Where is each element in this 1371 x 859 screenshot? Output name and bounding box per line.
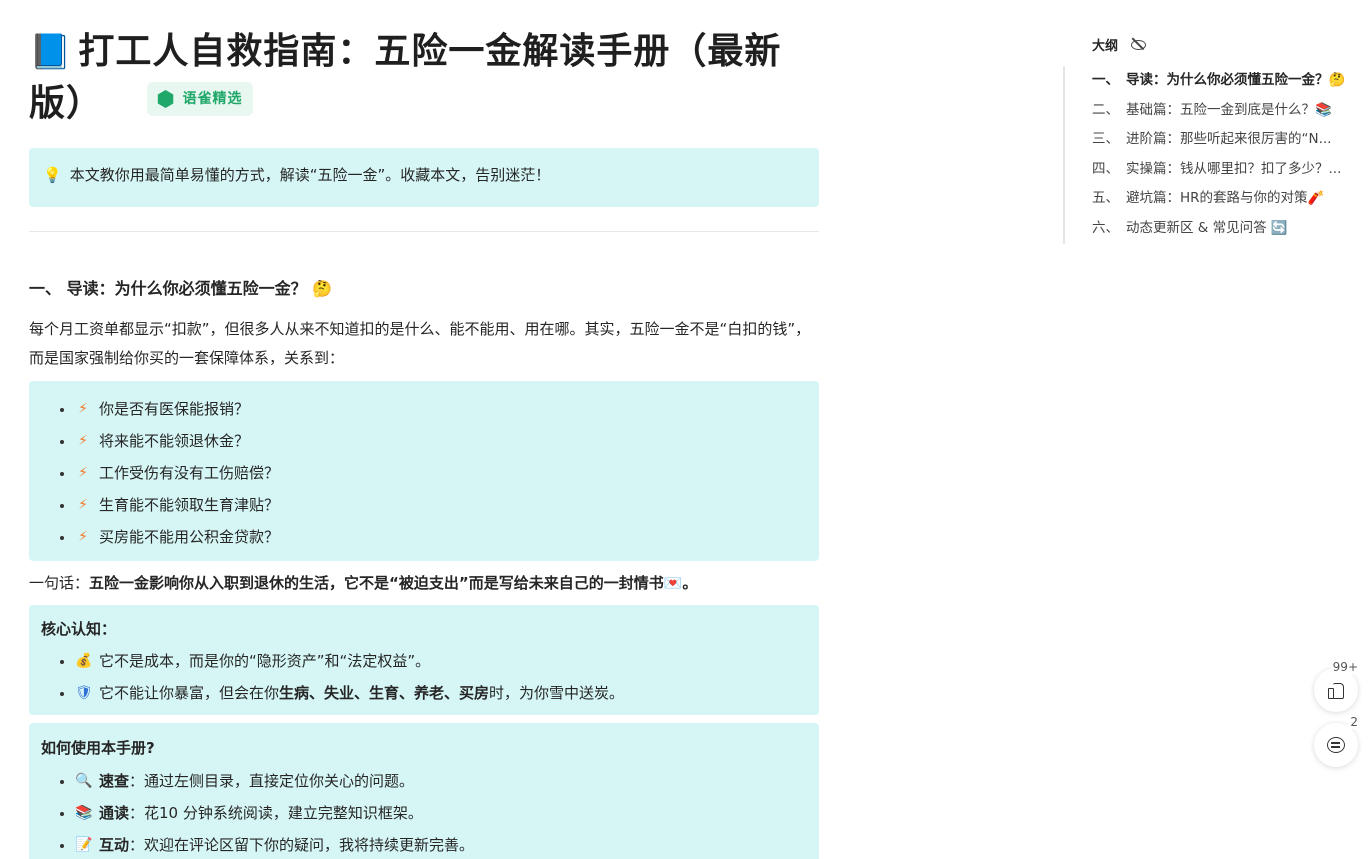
lightbulb-icon: 💡 [43,166,62,184]
outline-panel: 大纲 一、 导读：为什么你必须懂五险一金？🤔 二、 基础篇：五险一金到底是什么？📚 … [1063,32,1371,244]
list-item: 📝 互动 ：欢迎在评论区留下你的疑问，我将持续更新完善。 [29,829,819,859]
divider [29,231,819,232]
list-item-text: 它不能让你暴富，但会在你生病、失业、生育、养老、买房时，为你雪中送炭。 [99,681,624,705]
outline-title: 大纲 [1092,38,1119,54]
list-item-text: 将来能不能领退休金？ [99,432,250,450]
outline-text: 进阶篇：那些听起来很厉害的“N... [1126,131,1332,148]
list-item-text: ：欢迎在评论区留下你的疑问，我将持续更新完善。 [129,836,475,854]
shield-icon: 🛡 [75,685,93,701]
comment-icon [1327,737,1345,753]
outline-text: 基础篇：五险一金到底是什么？📚 [1126,101,1332,118]
outline-item[interactable]: 四、 实操篇：钱从哪里扣？扣了多少？... [1065,155,1363,185]
like-button[interactable]: 99+ [1314,660,1360,712]
list-item: 📚 通读 ：花10 分钟系统阅读，建立完整知识框架。 [29,797,819,829]
usage-callout: 如何使用本手册? 🔍 速查 ：通过左侧目录，直接定位你关心的问题。 📚 通读 ：花1… [29,723,819,859]
outline-item[interactable]: 一、 导读：为什么你必须懂五险一金？🤔 [1065,66,1363,96]
outline-num: 二、 [1092,101,1119,118]
callout-heading: 核心认知： [41,620,117,638]
outline-list: 一、 导读：为什么你必须懂五险一金？🤔 二、 基础篇：五险一金到底是什么？📚 三、进… [1063,66,1371,244]
lightning-icon: ⚡ [78,465,88,481]
summary-prefix: 一句话： [29,574,90,592]
list-item-text: 你是否有医保能报销？ [99,400,250,418]
list-item: ⚡ 生育能不能领取生育津贴？ [29,489,819,521]
questions-callout: ⚡ 你是否有医保能报销？ ⚡ 将来能不能领退休金？ ⚡ 工作受伤有没有工伤赔偿？ ⚡ 生… [29,381,819,561]
callout-heading: 如何使用本手册? [41,739,155,757]
list-item: 🔍 速查 ：通过左侧目录，直接定位你关心的问题。 [29,765,819,797]
outline-num: 四、 [1092,160,1119,177]
summary-line: 一句话：五险一金影响你从入职到退休的生活，它不是“被迫支出”而是写给未来自己的一… [29,569,819,597]
badge-label: 语雀精选 [182,91,243,107]
list-item-text: 工作受伤有没有工伤赔偿？ [99,464,280,482]
comment-button[interactable]: 2 [1314,715,1360,767]
item-bold: 通读 [99,804,130,822]
text-bold: 生病、失业、生育、养老、买房 [279,684,490,702]
text-segment: 时，为你雪中送炭。 [489,684,625,702]
intro-callout: 💡 本文教你用最简单易懂的方式，解读“五险一金”。收藏本文，告别迷茫！ [29,148,819,207]
text-segment: 它不能让你暴富，但会在你 [99,684,280,702]
lightning-icon: ⚡ [78,497,88,513]
summary-bold: 五险一金影响你从入职到退休的生活，它不是“被迫支出”而是写给未来自己的一封情书💌… [89,574,698,592]
list-item-text: 买房能不能用公积金贷款？ [99,528,280,546]
memo-icon: 📝 [75,837,93,853]
outline-num: 五、 [1092,190,1119,207]
list-item-text: 生育能不能领取生育津贴？ [99,496,280,514]
section-heading: 一、 导读：为什么你必须懂五险一金？ 🤔 [29,279,333,298]
list-item-text: ：通过左侧目录，直接定位你关心的问题。 [129,772,415,790]
title-text: 打工人自救指南：五险一金解读手册（最新版） [29,31,782,124]
item-bold: 互动 [99,836,130,854]
list-item: 💰 它不是成本，而是你的“隐形资产”和“法定权益”。 [29,645,819,677]
outline-num: 三、 [1092,131,1119,148]
list-item: ⚡ 买房能不能用公积金贷款？ [29,521,819,553]
outline-text: 动态更新区 & 常见问答 🔄 [1126,219,1288,236]
list-item: ⚡ 工作受伤有没有工伤赔偿？ [29,457,819,489]
article: 📘 打工人自救指南：五险一金解读手册（最新版） 语雀精选 💡 本文教你用最简单易懂的… [29,26,819,859]
comment-count: 2 [1348,715,1360,729]
lightning-icon: ⚡ [78,529,88,545]
outline-text: 实操篇：钱从哪里扣？扣了多少？... [1126,160,1342,177]
list-item: ⚡ 将来能不能领退休金？ [29,425,819,457]
list-item-text: ：花10 分钟系统阅读，建立完整知识框架。 [129,804,423,822]
lightning-icon: ⚡ [78,433,88,449]
outline-item[interactable]: 三、 进阶篇：那些听起来很厉害的“N... [1065,125,1363,155]
outline-item[interactable]: 六、 动态更新区 & 常见问答 🔄 [1065,214,1363,244]
outline-num: 六、 [1092,219,1119,236]
books-icon: 📚 [75,805,93,821]
lightning-icon: ⚡ [78,401,88,417]
outline-num: 一、 [1092,72,1119,88]
yuque-logo-icon [157,90,174,108]
like-count: 99+ [1330,660,1360,674]
item-bold: 速查 [99,772,130,790]
intro-text: 本文教你用最简单易懂的方式，解读“五险一金”。收藏本文，告别迷茫！ [69,166,551,184]
outline-header: 大纲 [1063,32,1371,56]
money-bag-icon: 💰 [75,653,93,669]
book-icon: 📘 [29,32,73,72]
list-item-text: 它不是成本，而是你的“隐形资产”和“法定权益”。 [99,652,431,670]
magnifier-icon: 🔍 [75,773,93,789]
outline-text: 导读：为什么你必须懂五险一金？🤔 [1126,72,1346,88]
featured-badge[interactable]: 语雀精选 [146,82,253,116]
page-title: 📘 打工人自救指南：五险一金解读手册（最新版） 语雀精选 [29,26,819,130]
outline-item[interactable]: 五、 避坑篇：HR的套路与你的对策🧨 [1065,184,1363,214]
core-callout: 核心认知： 💰 它不是成本，而是你的“隐形资产”和“法定权益”。 🛡 它不能让你… [29,605,819,715]
outline-item[interactable]: 二、 基础篇：五险一金到底是什么？📚 [1065,96,1363,126]
hide-outline-icon[interactable] [1130,36,1147,52]
list-item: ⚡ 你是否有医保能报销？ [29,393,819,425]
thumbs-up-icon [1328,683,1344,699]
list-item: 🛡 它不能让你暴富，但会在你生病、失业、生育、养老、买房时，为你雪中送炭。 [29,677,819,709]
outline-text: 避坑篇：HR的套路与你的对策🧨 [1126,190,1325,207]
paragraph: 每个月工资单都显示“扣款”，但很多人从来不知道扣的是什么、能不能用、用在哪。其实… [29,320,811,367]
